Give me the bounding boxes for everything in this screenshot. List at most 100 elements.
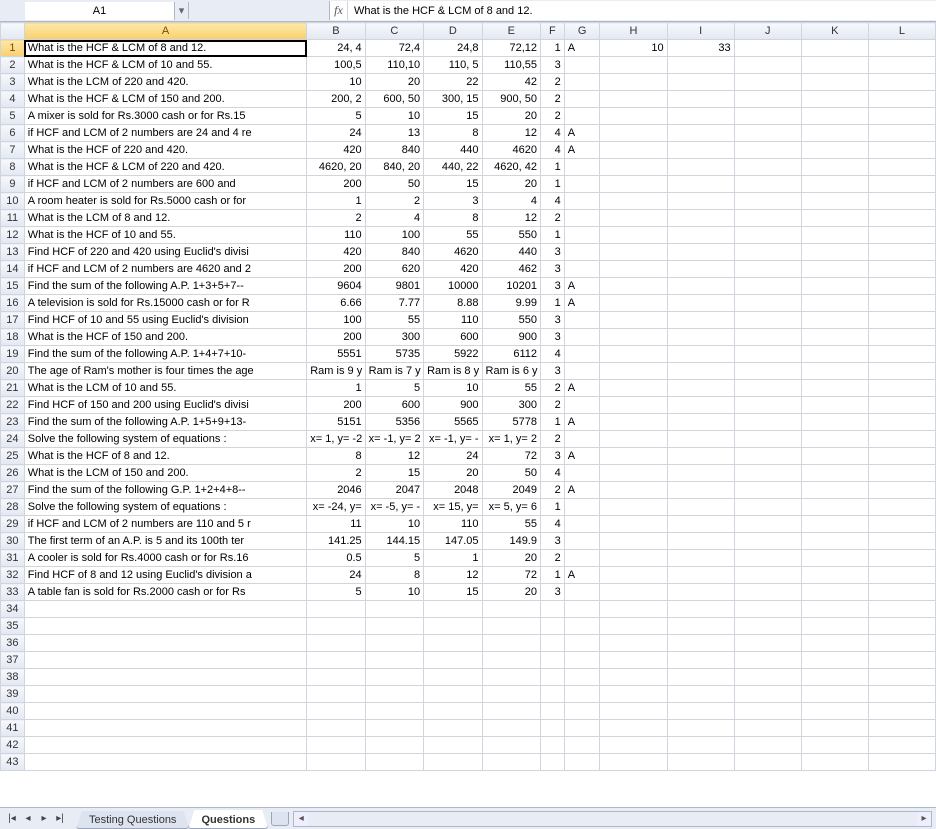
cell[interactable]: 50 (482, 465, 540, 482)
cell[interactable] (801, 329, 868, 346)
cell[interactable] (868, 278, 935, 295)
cell[interactable]: A (564, 482, 600, 499)
cell[interactable] (307, 703, 365, 720)
cell[interactable]: 110 (424, 516, 482, 533)
cell[interactable] (600, 584, 667, 601)
row-header[interactable]: 28 (1, 499, 25, 516)
cell[interactable] (868, 74, 935, 91)
cell[interactable]: 15 (424, 176, 482, 193)
cell[interactable] (868, 720, 935, 737)
cell[interactable] (734, 584, 801, 601)
cell[interactable] (868, 703, 935, 720)
tab-nav-prev-icon[interactable]: ◂ (20, 813, 36, 824)
column-header-E[interactable]: E (482, 23, 540, 40)
cell[interactable]: 147.05 (424, 533, 482, 550)
column-header-D[interactable]: D (424, 23, 482, 40)
cell[interactable] (667, 516, 734, 533)
cell[interactable] (734, 91, 801, 108)
row-header[interactable]: 33 (1, 584, 25, 601)
cell[interactable] (564, 720, 600, 737)
cell[interactable]: 420 (424, 261, 482, 278)
cell[interactable] (734, 176, 801, 193)
row-header[interactable]: 20 (1, 363, 25, 380)
cell[interactable] (564, 499, 600, 516)
cell[interactable]: 200 (307, 176, 365, 193)
cell[interactable]: Find the sum of the following G.P. 1+2+4… (24, 482, 306, 499)
cell[interactable]: 3 (540, 244, 564, 261)
cell[interactable]: 24 (307, 567, 365, 584)
cell[interactable]: x= 5, y= 6 (482, 499, 540, 516)
tab-nav-last-icon[interactable]: ▸| (52, 813, 68, 824)
cell[interactable] (801, 516, 868, 533)
cell[interactable]: 141.25 (307, 533, 365, 550)
cell[interactable] (482, 618, 540, 635)
row-header[interactable]: 11 (1, 210, 25, 227)
column-header-I[interactable]: I (667, 23, 734, 40)
cell[interactable] (667, 261, 734, 278)
cell[interactable] (868, 550, 935, 567)
cell[interactable]: 24 (424, 448, 482, 465)
cell[interactable] (868, 635, 935, 652)
cell[interactable] (667, 567, 734, 584)
cell[interactable] (801, 57, 868, 74)
cell[interactable]: 12 (482, 125, 540, 142)
cell[interactable]: 15 (365, 465, 423, 482)
cell[interactable]: 10 (307, 74, 365, 91)
scroll-right-icon[interactable]: ▸ (917, 813, 931, 824)
cell[interactable] (600, 363, 667, 380)
cell[interactable] (734, 703, 801, 720)
row-header[interactable]: 40 (1, 703, 25, 720)
cell[interactable] (801, 397, 868, 414)
cell[interactable] (600, 465, 667, 482)
cell[interactable] (868, 686, 935, 703)
cell[interactable]: 300 (365, 329, 423, 346)
cell[interactable] (564, 516, 600, 533)
cell[interactable] (734, 737, 801, 754)
cell[interactable]: 440 (424, 142, 482, 159)
cell[interactable] (600, 125, 667, 142)
cell[interactable]: 22 (424, 74, 482, 91)
cell[interactable] (564, 601, 600, 618)
cell[interactable]: 24, 4 (307, 40, 365, 57)
cell[interactable] (868, 142, 935, 159)
cell[interactable] (734, 533, 801, 550)
cell[interactable]: x= 1, y= -2 (307, 431, 365, 448)
cell[interactable]: What is the LCM of 150 and 200. (24, 465, 306, 482)
cell[interactable] (801, 618, 868, 635)
cell[interactable] (801, 652, 868, 669)
cell[interactable]: 12 (424, 567, 482, 584)
row-header[interactable]: 26 (1, 465, 25, 482)
cell[interactable] (24, 703, 306, 720)
cell[interactable] (667, 635, 734, 652)
cell[interactable] (667, 482, 734, 499)
cell[interactable]: 100 (307, 312, 365, 329)
cell[interactable] (801, 635, 868, 652)
cell[interactable] (600, 57, 667, 74)
cell[interactable] (734, 652, 801, 669)
cell[interactable] (801, 431, 868, 448)
cell[interactable] (365, 754, 423, 771)
cell[interactable] (667, 295, 734, 312)
cell[interactable]: 3 (540, 584, 564, 601)
cell[interactable] (482, 635, 540, 652)
cell[interactable] (667, 533, 734, 550)
cell[interactable]: 1 (307, 193, 365, 210)
cell[interactable]: What is the LCM of 8 and 12. (24, 210, 306, 227)
cell[interactable]: A (564, 40, 600, 57)
cell[interactable]: Find the sum of the following A.P. 1+3+5… (24, 278, 306, 295)
cell[interactable] (600, 329, 667, 346)
cell[interactable]: 2 (540, 550, 564, 567)
cell[interactable] (600, 652, 667, 669)
cell[interactable] (424, 618, 482, 635)
cell[interactable] (540, 686, 564, 703)
cell[interactable] (600, 516, 667, 533)
cell[interactable] (868, 329, 935, 346)
cell[interactable] (600, 686, 667, 703)
cell[interactable]: x= -24, y= (307, 499, 365, 516)
cell[interactable]: Ram is 9 y (307, 363, 365, 380)
cell[interactable] (564, 346, 600, 363)
cell[interactable]: 72,12 (482, 40, 540, 57)
cell[interactable]: 4 (365, 210, 423, 227)
cell[interactable]: 2 (307, 210, 365, 227)
cell[interactable] (667, 618, 734, 635)
